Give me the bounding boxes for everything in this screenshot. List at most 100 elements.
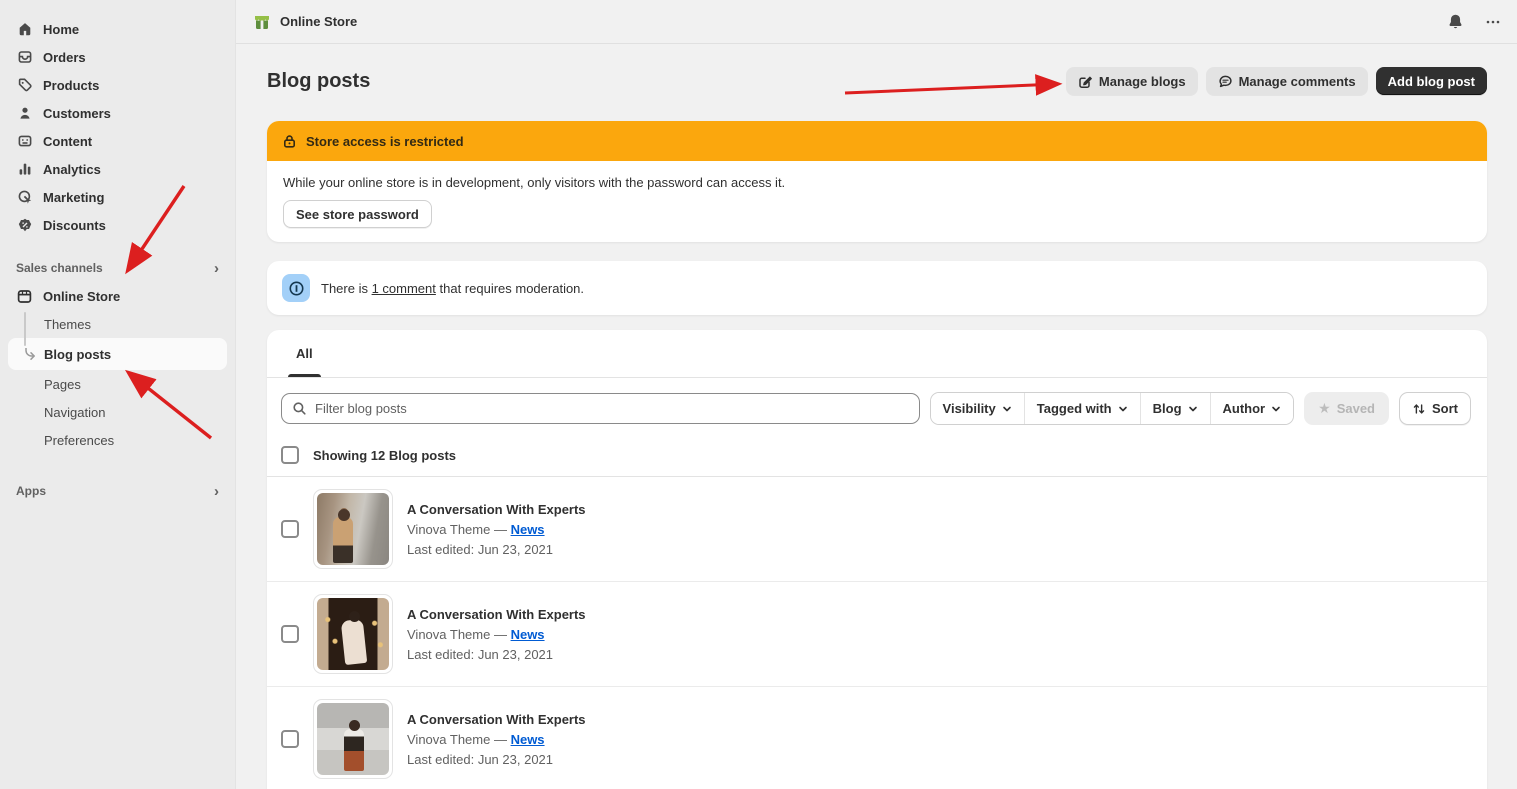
sidebar-item-themes[interactable]: Themes <box>0 310 235 338</box>
chevron-down-icon <box>1271 404 1281 414</box>
lock-icon <box>282 134 297 149</box>
manage-comments-button[interactable]: Manage comments <box>1206 67 1368 95</box>
filter-dropdown-group: Visibility Tagged with Blog Author <box>930 392 1295 425</box>
star-icon: ★ <box>1318 400 1331 417</box>
chevron-down-icon <box>1002 404 1012 414</box>
orders-icon <box>16 49 33 66</box>
more-options-ellipsis-icon[interactable] <box>1479 8 1507 36</box>
list-header-row: Showing 12 Blog posts <box>267 442 1487 477</box>
sidebar-item-label: Themes <box>44 317 91 332</box>
search-icon <box>292 401 307 416</box>
speech-bubble-icon <box>1218 74 1233 89</box>
edit-compose-icon <box>1078 74 1093 89</box>
blog-thumbnail <box>313 699 393 779</box>
blog-posts-list-card: All Visibility <box>267 330 1487 789</box>
row-checkbox[interactable] <box>281 730 299 748</box>
sidebar-item-label: Marketing <box>43 190 104 205</box>
topbar-title: Online Store <box>280 14 357 29</box>
tree-branch-arrow-icon <box>24 348 37 361</box>
sidebar-item-customers[interactable]: Customers <box>0 99 235 127</box>
sidebar-item-online-store[interactable]: Online Store <box>0 282 235 310</box>
blog-post-row[interactable]: A Conversation With Experts Vinova Theme… <box>267 687 1487 789</box>
sidebar-item-preferences[interactable]: Preferences <box>0 426 235 454</box>
sidebar-item-products[interactable]: Products <box>0 71 235 99</box>
blog-post-title[interactable]: A Conversation With Experts <box>407 502 586 517</box>
tagged-with-filter-dropdown[interactable]: Tagged with <box>1025 393 1141 424</box>
topbar-context: Online Store <box>252 12 357 32</box>
info-icon <box>282 274 310 302</box>
main-area: Online Store Blog posts <box>236 0 1517 789</box>
notifications-bell-icon[interactable] <box>1441 8 1469 36</box>
news-blog-link[interactable]: News <box>511 627 545 642</box>
blog-post-title[interactable]: A Conversation With Experts <box>407 607 586 622</box>
sidebar-item-navigation[interactable]: Navigation <box>0 398 235 426</box>
blog-post-info: A Conversation With Experts Vinova Theme… <box>407 712 586 767</box>
blog-post-last-edited: Last edited: Jun 23, 2021 <box>407 542 586 557</box>
sort-arrows-icon <box>1412 402 1426 416</box>
sidebar-item-label: Content <box>43 134 92 149</box>
visibility-filter-dropdown[interactable]: Visibility <box>931 393 1025 424</box>
products-icon <box>16 77 33 94</box>
sidebar-item-blog-posts[interactable]: Blog posts <box>8 338 227 370</box>
analytics-icon <box>16 161 33 178</box>
warning-banner-title: Store access is restricted <box>306 134 464 149</box>
list-tabs: All <box>267 330 1487 378</box>
manage-blogs-button[interactable]: Manage blogs <box>1066 67 1198 95</box>
sidebar-item-pages[interactable]: Pages <box>0 370 235 398</box>
one-comment-link[interactable]: 1 comment <box>372 281 436 296</box>
page-actions: Manage blogs Manage comments Add blog po… <box>1066 67 1487 95</box>
blog-post-last-edited: Last edited: Jun 23, 2021 <box>407 647 586 662</box>
topbar: Online Store <box>236 0 1517 44</box>
sidebar-item-label: Preferences <box>44 433 114 448</box>
select-all-checkbox[interactable] <box>281 446 299 464</box>
blog-post-row[interactable]: A Conversation With Experts Vinova Theme… <box>267 582 1487 687</box>
sidebar-item-label: Navigation <box>44 405 105 420</box>
warning-banner-body: While your online store is in developmen… <box>267 161 1487 242</box>
store-access-warning-banner: Store access is restricted While your on… <box>267 121 1487 242</box>
sidebar-section-apps[interactable]: Apps › <box>0 477 235 505</box>
see-store-password-button[interactable]: See store password <box>283 200 432 228</box>
filter-search-box[interactable] <box>281 393 920 424</box>
blog-thumbnail-image <box>317 703 389 775</box>
add-blog-post-button[interactable]: Add blog post <box>1376 67 1487 95</box>
sidebar-item-label: Blog posts <box>44 347 111 362</box>
warning-banner-text: While your online store is in developmen… <box>283 175 1471 190</box>
moderation-info-banner: There is 1 comment that requires moderat… <box>267 261 1487 315</box>
sort-button[interactable]: Sort <box>1399 392 1471 425</box>
blog-post-meta: Vinova Theme — News <box>407 627 586 642</box>
sidebar-item-label: Customers <box>43 106 111 121</box>
sidebar-item-orders[interactable]: Orders <box>0 43 235 71</box>
sidebar-item-analytics[interactable]: Analytics <box>0 155 235 183</box>
row-checkbox[interactable] <box>281 520 299 538</box>
discounts-icon <box>16 217 33 234</box>
sidebar-item-label: Products <box>43 78 99 93</box>
sidebar-item-home[interactable]: Home <box>0 15 235 43</box>
app-window: Home Orders Products Customers Content <box>0 0 1517 789</box>
customers-icon <box>16 105 33 122</box>
sidebar-item-content[interactable]: Content <box>0 127 235 155</box>
chevron-right-icon: › <box>214 261 219 276</box>
blog-post-info: A Conversation With Experts Vinova Theme… <box>407 607 586 662</box>
row-checkbox[interactable] <box>281 625 299 643</box>
sidebar-section-sales-channels[interactable]: Sales channels › <box>0 254 235 282</box>
blog-post-last-edited: Last edited: Jun 23, 2021 <box>407 752 586 767</box>
saved-button[interactable]: ★ Saved <box>1304 392 1389 425</box>
blog-post-title[interactable]: A Conversation With Experts <box>407 712 586 727</box>
topbar-actions <box>1441 8 1507 36</box>
filter-blog-posts-input[interactable] <box>315 401 909 416</box>
sidebar-item-label: Online Store <box>43 289 120 304</box>
blog-post-meta: Vinova Theme — News <box>407 732 586 747</box>
sidebar-item-marketing[interactable]: Marketing <box>0 183 235 211</box>
blog-filter-dropdown[interactable]: Blog <box>1141 393 1211 424</box>
news-blog-link[interactable]: News <box>511 522 545 537</box>
info-banner-text: There is 1 comment that requires moderat… <box>321 281 584 296</box>
sidebar-item-discounts[interactable]: Discounts <box>0 211 235 239</box>
tab-all[interactable]: All <box>288 330 321 377</box>
author-filter-dropdown[interactable]: Author <box>1211 393 1294 424</box>
blog-post-meta: Vinova Theme — News <box>407 522 586 537</box>
blog-post-row[interactable]: A Conversation With Experts Vinova Theme… <box>267 477 1487 582</box>
showing-count-label: Showing 12 Blog posts <box>313 448 456 463</box>
blog-thumbnail <box>313 594 393 674</box>
news-blog-link[interactable]: News <box>511 732 545 747</box>
sidebar-item-label: Analytics <box>43 162 101 177</box>
